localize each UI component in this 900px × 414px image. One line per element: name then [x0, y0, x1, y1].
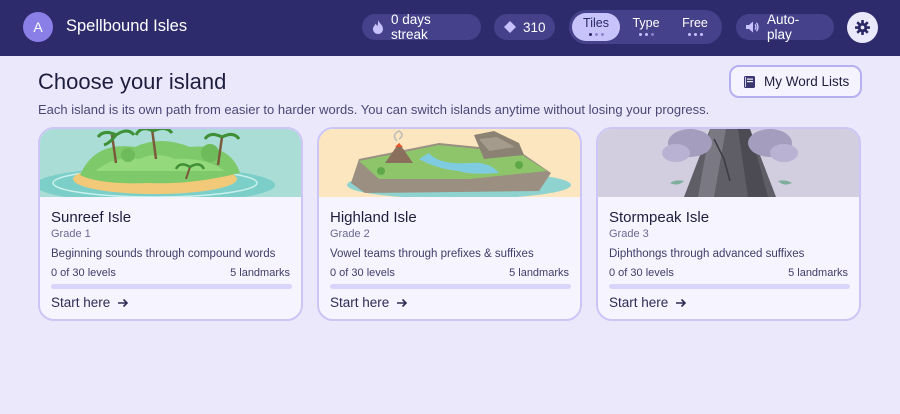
island-name: Stormpeak Isle	[609, 209, 710, 226]
flame-icon	[373, 20, 383, 34]
island-card-highland[interactable]: Highland Isle Grade 2 Vowel teams throug…	[317, 127, 582, 321]
my-word-lists-label: My Word Lists	[764, 74, 850, 89]
settings-button[interactable]	[847, 12, 878, 43]
start-here-link[interactable]: Start here	[330, 295, 408, 310]
mode-type-dots	[622, 33, 670, 36]
streak-badge[interactable]: 0 days streak	[362, 12, 481, 42]
island-level-progress: 0 of 30 levels	[51, 267, 116, 279]
gems-count: 310	[523, 19, 546, 35]
island-progress-bar	[330, 284, 571, 289]
island-level-progress: 0 of 30 levels	[330, 267, 395, 279]
start-here-link[interactable]: Start here	[609, 295, 687, 310]
gem-icon	[504, 21, 516, 33]
island-grade: Grade 2	[330, 228, 370, 240]
my-word-lists-button[interactable]: My Word Lists	[729, 65, 862, 98]
mode-tiles-dots	[572, 33, 620, 36]
mode-type-label: Type	[632, 16, 660, 30]
arrow-right-icon	[118, 298, 129, 307]
mode-type[interactable]: Type	[622, 13, 670, 41]
page-title: Choose your island	[38, 69, 227, 94]
island-name: Highland Isle	[330, 209, 417, 226]
top-bar: A Spellbound Isles 0 days streak 310 Til…	[0, 0, 900, 56]
start-here-label: Start here	[330, 295, 390, 310]
autoplay-toggle[interactable]: Auto-play	[736, 12, 834, 42]
island-landmarks: 5 landmarks	[788, 267, 848, 279]
mode-tiles-label: Tiles	[583, 16, 609, 30]
island-card-stormpeak[interactable]: Stormpeak Isle Grade 3 Diphthongs throug…	[596, 127, 861, 321]
user-avatar[interactable]: A	[23, 12, 53, 42]
island-card-sunreef[interactable]: Sunreef Isle Grade 1 Beginning sounds th…	[38, 127, 303, 321]
mode-free[interactable]: Free	[671, 13, 719, 41]
highland-island-illustration	[319, 129, 580, 197]
mode-tiles[interactable]: Tiles	[572, 13, 620, 41]
island-progress-bar	[51, 284, 292, 289]
island-landmarks: 5 landmarks	[509, 267, 569, 279]
island-grade: Grade 3	[609, 228, 649, 240]
start-here-label: Start here	[609, 295, 669, 310]
speaker-icon	[746, 21, 759, 33]
start-here-label: Start here	[51, 295, 111, 310]
island-level-progress: 0 of 30 levels	[609, 267, 674, 279]
arrow-right-icon	[676, 298, 687, 307]
island-name: Sunreef Isle	[51, 209, 132, 226]
island-landmarks: 5 landmarks	[230, 267, 290, 279]
gear-icon	[855, 20, 870, 35]
island-description: Diphthongs through advanced suffixes	[609, 248, 805, 260]
island-grade: Grade 1	[51, 228, 91, 240]
island-progress-bar	[609, 284, 850, 289]
book-icon	[744, 75, 755, 88]
mode-selector: Tiles Type Free	[569, 10, 722, 44]
stormpeak-island-illustration	[598, 129, 859, 197]
island-description: Beginning sounds through compound words	[51, 248, 276, 260]
gems-badge[interactable]: 310	[494, 14, 555, 40]
sunreef-island-illustration	[40, 129, 301, 197]
start-here-link[interactable]: Start here	[51, 295, 129, 310]
island-description: Vowel teams through prefixes & suffixes	[330, 248, 534, 260]
autoplay-label: Auto-play	[767, 12, 800, 42]
streak-label: 0 days streak	[391, 12, 431, 42]
app-title: Spellbound Isles	[66, 17, 188, 35]
mode-free-dots	[671, 33, 719, 36]
mode-free-label: Free	[682, 16, 708, 30]
page-subtitle: Each island is its own path from easier …	[38, 102, 710, 117]
arrow-right-icon	[397, 298, 408, 307]
